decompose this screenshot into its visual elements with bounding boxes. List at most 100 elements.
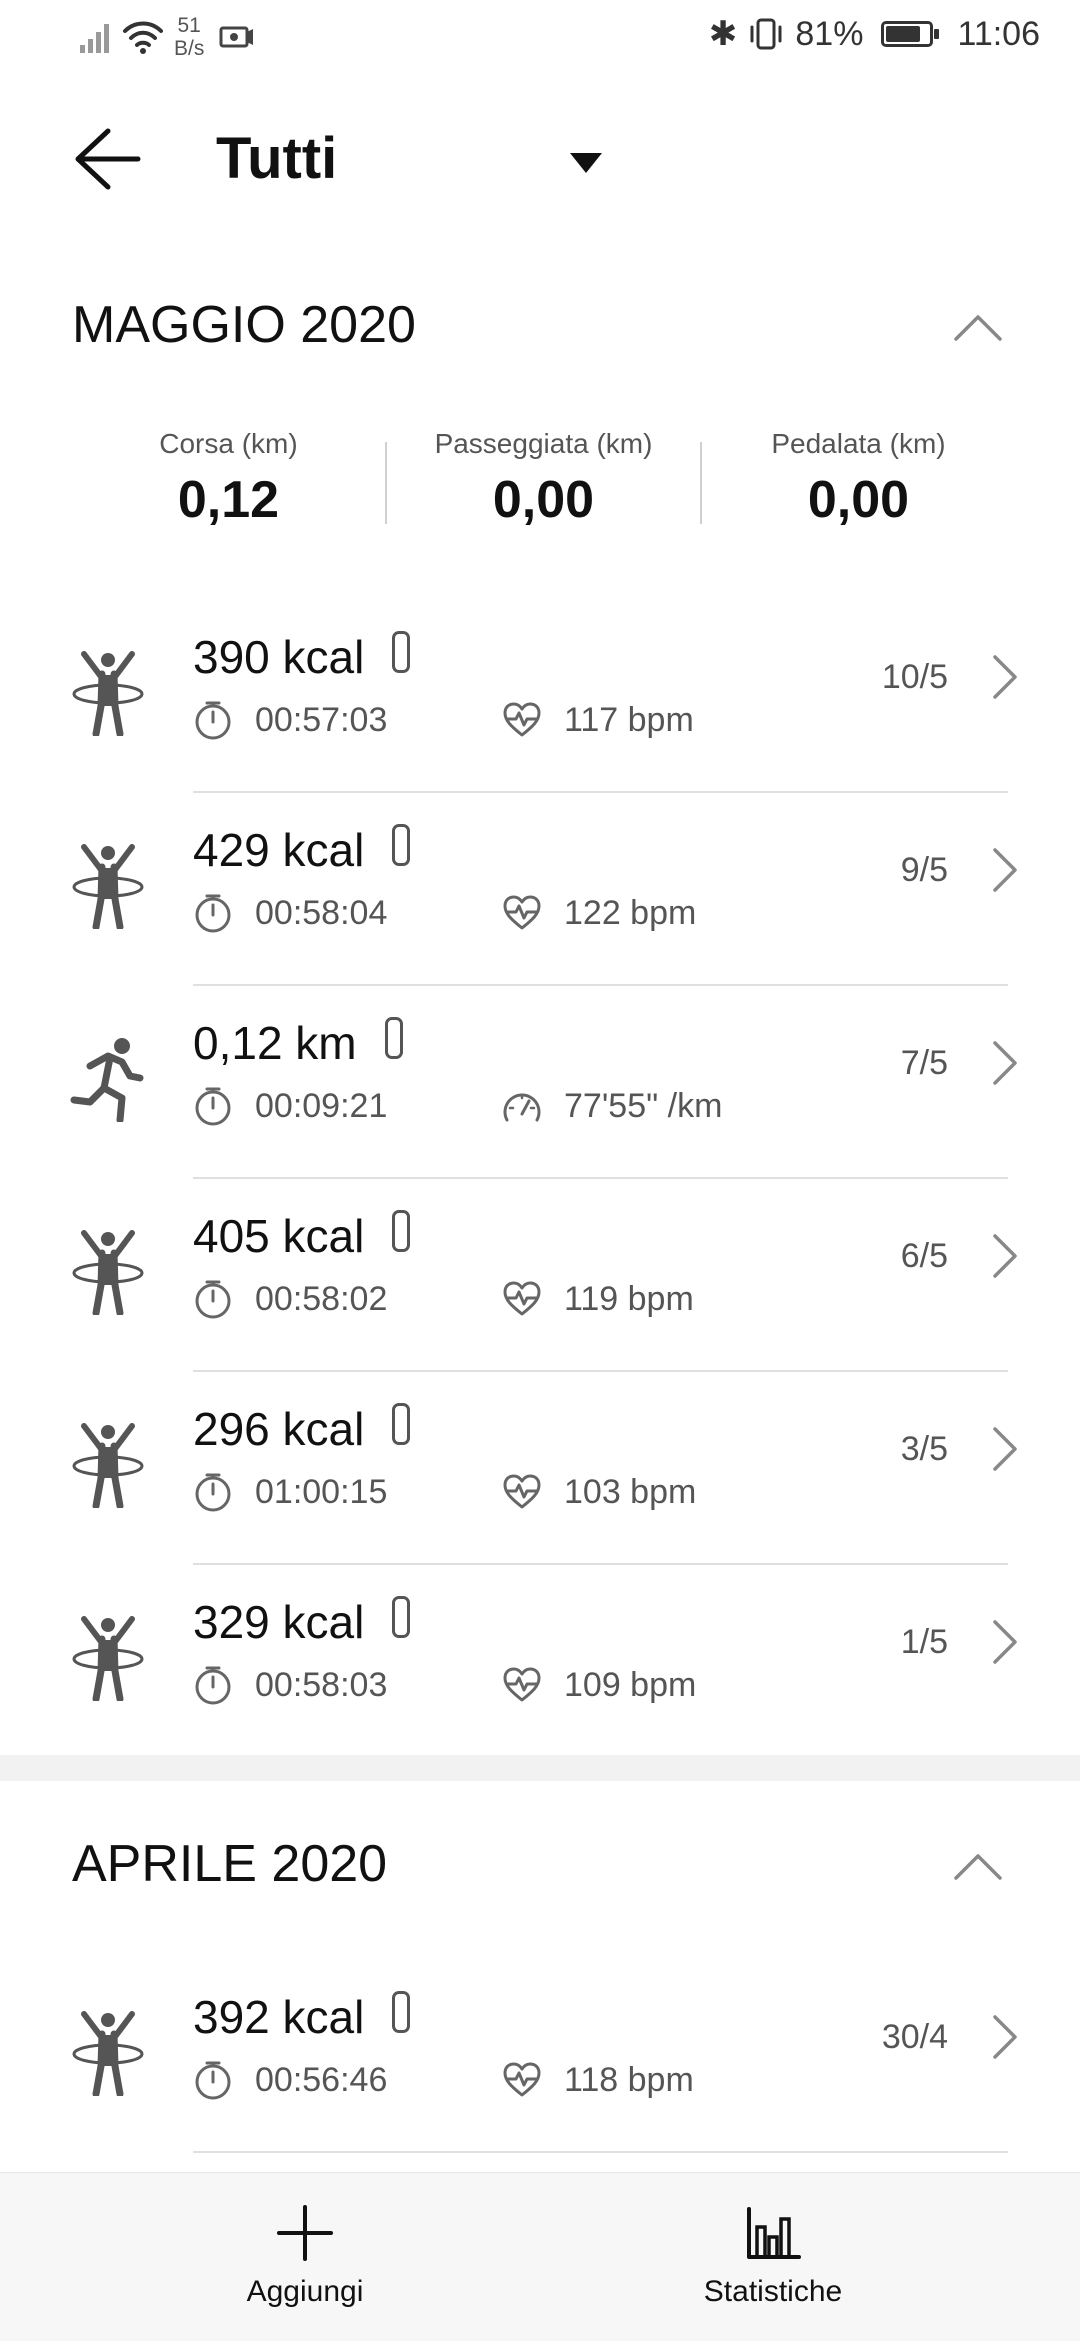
activity-date: 9/5: [900, 851, 948, 889]
add-button[interactable]: Aggiungi: [155, 2203, 455, 2309]
heart-rate-icon: [502, 1665, 542, 1705]
activity-metric: 119 bpm: [564, 1279, 694, 1318]
activity-metric: 118 bpm: [564, 2060, 694, 2099]
band-icon: [392, 1210, 411, 1252]
notification-icon: [219, 26, 254, 48]
chevron-right-icon[interactable]: [992, 654, 1018, 700]
activity-duration: 00:58:02: [255, 1279, 388, 1318]
back-arrow-icon[interactable]: [66, 119, 146, 199]
activity-primary: 0,12 km: [193, 1017, 357, 1069]
section-title: APRILE 2020: [72, 1835, 388, 1893]
chevron-right-icon[interactable]: [992, 1040, 1018, 1086]
summary-value: 0,00: [492, 471, 595, 529]
timer-icon: [193, 1279, 233, 1319]
chevron-right-icon[interactable]: [992, 1233, 1018, 1279]
activity-primary: 329 kcal: [193, 1596, 365, 1648]
heart-rate-icon: [502, 2060, 542, 2100]
section-header-april[interactable]: APRILE 2020: [0, 1814, 1080, 1924]
activity-date: 30/4: [881, 2018, 948, 2056]
activity-duration: 00:57:03: [255, 700, 388, 739]
summary-value: 0,12: [177, 471, 280, 529]
summary-cycle: Pedalata (km) 0,00: [702, 420, 1015, 550]
hula-hoop-icon: [70, 1422, 146, 1508]
activity-row[interactable]: 329 kcal 00:58:03 109 bpm 1/5: [0, 1565, 1080, 1758]
battery-icon: [881, 21, 940, 47]
activity-metric: 117 bpm: [564, 700, 694, 739]
band-icon: [392, 1403, 411, 1445]
vibrate-icon: [750, 18, 782, 50]
activity-row[interactable]: 429 kcal 00:58:04 122 bpm 9/5: [0, 793, 1080, 986]
monthly-summary: Corsa (km) 0,12 Passeggiata (km) 0,00 Pe…: [0, 420, 1080, 550]
running-icon: [70, 1036, 146, 1122]
activity-row[interactable]: 0,12 km 00:09:21 77'55" /km 7/5: [0, 986, 1080, 1179]
activity-date: 3/5: [900, 1430, 948, 1468]
activity-primary: 429 kcal: [193, 824, 365, 876]
activity-duration: 00:58:04: [255, 893, 388, 932]
activity-date: 7/5: [900, 1044, 948, 1082]
section-title: MAGGIO 2020: [72, 296, 416, 354]
hula-hoop-icon: [70, 843, 146, 929]
activity-metric: 103 bpm: [564, 1472, 697, 1511]
chevron-right-icon[interactable]: [992, 847, 1018, 893]
activity-duration: 00:58:03: [255, 1665, 388, 1704]
row-divider: [193, 2151, 1008, 2153]
activity-primary: 390 kcal: [193, 631, 365, 683]
collapse-chevron-icon[interactable]: [948, 1840, 1008, 1890]
statistics-button[interactable]: Statistiche: [623, 2203, 923, 2309]
activity-list-april: 392 kcal 00:56:46 118 bpm 30/4: [0, 1960, 1080, 2153]
activity-row[interactable]: 296 kcal 01:00:15 103 bpm 3/5: [0, 1372, 1080, 1565]
activity-metric: 109 bpm: [564, 1665, 697, 1704]
bar-chart-icon: [747, 2207, 801, 2259]
activity-metric: 77'55" /km: [564, 1086, 723, 1125]
pace-gauge-icon: [502, 1086, 542, 1126]
band-icon: [384, 1017, 403, 1059]
bluetooth-icon: ✱: [708, 15, 738, 53]
activity-primary: 405 kcal: [193, 1210, 365, 1262]
section-separator: [0, 1755, 1080, 1781]
band-icon: [392, 824, 411, 866]
summary-label: Pedalata (km): [771, 428, 946, 459]
band-icon: [392, 1991, 411, 2033]
chevron-right-icon[interactable]: [992, 2014, 1018, 2060]
activity-row[interactable]: 390 kcal 00:57:03 117 bpm 10/5: [0, 600, 1080, 793]
hula-hoop-icon: [70, 2010, 146, 2096]
timer-icon: [193, 1665, 233, 1705]
band-icon: [392, 1596, 411, 1638]
section-header-may[interactable]: MAGGIO 2020: [0, 275, 1080, 385]
heart-rate-icon: [502, 893, 542, 933]
timer-icon: [193, 700, 233, 740]
activity-duration: 01:00:15: [255, 1472, 388, 1511]
summary-label: Passeggiata (km): [434, 428, 653, 459]
clock: 11:06: [957, 14, 1040, 53]
hula-hoop-icon: [70, 1615, 146, 1701]
network-speed: 51 B/s: [174, 14, 205, 60]
activity-primary: 296 kcal: [193, 1403, 365, 1455]
timer-icon: [193, 1472, 233, 1512]
summary-walk: Passeggiata (km) 0,00: [387, 420, 700, 550]
dropdown-arrow-icon[interactable]: [566, 147, 606, 177]
status-bar: 51 B/s ✱ 81% 11:06: [0, 0, 1080, 80]
statistics-label: Statistiche: [703, 2275, 843, 2308]
timer-icon: [193, 893, 233, 933]
signal-icon: [80, 24, 109, 53]
collapse-chevron-icon[interactable]: [948, 301, 1008, 351]
chevron-right-icon[interactable]: [992, 1619, 1018, 1665]
chevron-right-icon[interactable]: [992, 1426, 1018, 1472]
activity-date: 1/5: [900, 1623, 948, 1661]
activity-date: 10/5: [881, 658, 948, 696]
hula-hoop-icon: [70, 650, 146, 736]
activity-metric: 122 bpm: [564, 893, 697, 932]
activity-primary: 392 kcal: [193, 1991, 365, 2043]
hula-hoop-icon: [70, 1229, 146, 1315]
activity-row[interactable]: 392 kcal 00:56:46 118 bpm 30/4: [0, 1960, 1080, 2153]
heart-rate-icon: [502, 1279, 542, 1319]
activity-date: 6/5: [900, 1237, 948, 1275]
summary-label: Corsa (km): [159, 428, 298, 459]
timer-icon: [193, 2060, 233, 2100]
activity-row[interactable]: 405 kcal 00:58:02 119 bpm 6/5: [0, 1179, 1080, 1372]
heart-rate-icon: [502, 1472, 542, 1512]
summary-value: 0,00: [807, 471, 910, 529]
filter-title[interactable]: Tutti: [216, 125, 337, 192]
plus-icon: [277, 2205, 333, 2261]
heart-rate-icon: [502, 700, 542, 740]
